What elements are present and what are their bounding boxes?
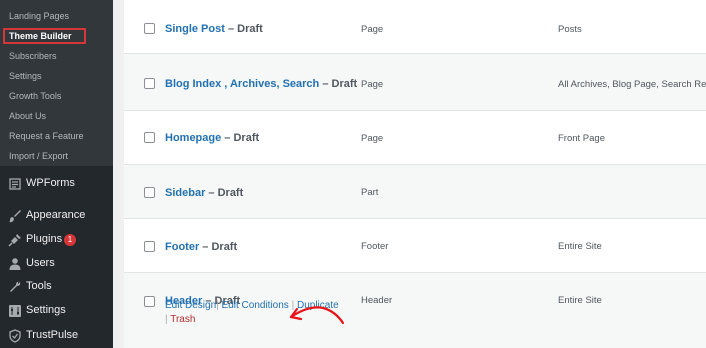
menu-item-trustpulse[interactable]: TrustPulse: [0, 325, 113, 347]
row-title-link[interactable]: Homepage: [165, 132, 221, 144]
user-icon: [9, 258, 21, 270]
row-title-link[interactable]: Blog Index , Archives, Search: [165, 78, 319, 90]
row-title-link[interactable]: Footer: [165, 241, 199, 253]
annotation-arrow-icon: [289, 306, 345, 325]
menu-label-users: Users: [26, 257, 55, 269]
action-separator: |: [216, 300, 219, 311]
trustpulse-icon: [9, 329, 21, 343]
wpforms-icon: [9, 178, 21, 190]
row-conditions: Front Page: [558, 133, 605, 144]
row-checkbox[interactable]: [144, 241, 155, 252]
row-status: – Draft: [205, 187, 244, 199]
action-separator: |: [165, 314, 168, 325]
row-title: Blog Index , Archives, Search – Draft: [165, 78, 357, 90]
seedprod-submenu: Landing Pages Theme Builder Subscribers …: [0, 0, 113, 166]
row-type: Page: [361, 24, 384, 35]
edit-conditions-link[interactable]: Edit Conditions: [222, 300, 289, 311]
row-checkbox[interactable]: [144, 296, 155, 307]
menu-label-appearance: Appearance: [26, 209, 86, 221]
menu-label-wpforms: WPForms: [26, 177, 75, 189]
row-status: – Draft: [319, 78, 358, 90]
submenu-item-subscribers[interactable]: Subscribers: [9, 51, 57, 61]
menu-label-settings: Settings: [26, 304, 66, 316]
admin-sidebar: Landing Pages Theme Builder Subscribers …: [0, 0, 113, 348]
plugins-update-badge: 1: [64, 234, 76, 246]
trash-link[interactable]: Trash: [170, 314, 195, 325]
menu-item-wpforms[interactable]: WPForms: [0, 173, 113, 195]
row-type: Header: [361, 295, 393, 306]
row-checkbox[interactable]: [144, 23, 155, 34]
menu-label-trustpulse: TrustPulse: [26, 329, 79, 341]
table-row: Header – Draft Header Entire Site Edit D…: [124, 273, 706, 348]
row-conditions: Entire Site: [558, 241, 602, 252]
wrench-icon: [10, 281, 21, 292]
paintbrush-icon: [9, 210, 21, 223]
table-row: Single Post – Draft Page Posts: [124, 0, 706, 54]
row-status: – Draft: [221, 132, 260, 144]
menu-item-tools[interactable]: Tools: [0, 276, 113, 298]
row-type: Page: [361, 133, 384, 144]
table-row: Sidebar – Draft Part: [124, 165, 706, 219]
row-title: Footer – Draft: [165, 241, 237, 253]
row-title-link[interactable]: Single Post: [165, 23, 225, 35]
plug-icon: [8, 234, 21, 247]
row-type: Page: [361, 79, 384, 90]
row-conditions: All Archives, Blog Page, Search Re: [558, 79, 706, 90]
table-row: Homepage – Draft Page Front Page: [124, 111, 706, 165]
content-gutter: [113, 0, 124, 348]
row-conditions: Posts: [558, 24, 582, 35]
submenu-item-growth-tools[interactable]: Growth Tools: [9, 91, 61, 101]
row-checkbox[interactable]: [144, 187, 155, 198]
menu-item-plugins[interactable]: Plugins 1: [0, 229, 113, 251]
table-row: Footer – Draft Footer Entire Site: [124, 219, 706, 273]
submenu-item-request-feature[interactable]: Request a Feature: [9, 131, 84, 141]
settings-icon: [9, 305, 21, 317]
menu-item-settings[interactable]: Settings: [0, 300, 113, 322]
row-title: Homepage – Draft: [165, 132, 259, 144]
submenu-item-about-us[interactable]: About Us: [9, 111, 46, 121]
menu-label-plugins: Plugins: [26, 233, 63, 245]
menu-item-users[interactable]: Users: [0, 253, 113, 275]
table-row: Blog Index , Archives, Search – Draft Pa…: [124, 57, 706, 111]
row-checkbox[interactable]: [144, 132, 155, 143]
row-trash: | Trash: [165, 314, 195, 325]
menu-item-appearance[interactable]: Appearance: [0, 205, 113, 227]
row-type: Part: [361, 187, 379, 198]
edit-design-link[interactable]: Edit Design: [165, 300, 216, 311]
theme-builder-highlight-box: [3, 28, 86, 44]
submenu-item-landing-pages[interactable]: Landing Pages: [9, 11, 69, 21]
row-title: Single Post – Draft: [165, 23, 263, 35]
row-status: – Draft: [199, 241, 238, 253]
row-type: Footer: [361, 241, 389, 252]
row-title: Sidebar – Draft: [165, 187, 243, 199]
submenu-item-import-export[interactable]: Import / Export: [9, 151, 68, 161]
menu-label-tools: Tools: [26, 280, 52, 292]
row-title-link[interactable]: Sidebar: [165, 187, 205, 199]
submenu-item-settings[interactable]: Settings: [9, 71, 42, 81]
row-status: – Draft: [224, 23, 263, 35]
row-conditions: Entire Site: [558, 295, 602, 306]
row-checkbox[interactable]: [144, 78, 155, 89]
